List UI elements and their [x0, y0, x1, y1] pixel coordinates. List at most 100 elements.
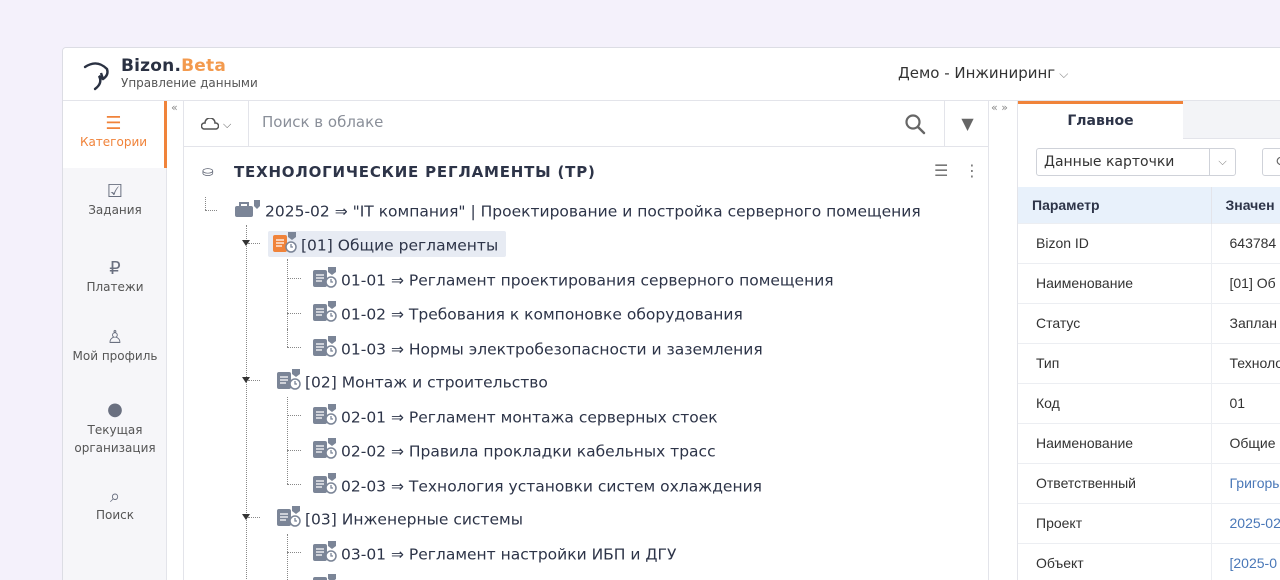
- table-row[interactable]: Наименование [01] Об: [1018, 262, 1280, 303]
- table-row[interactable]: Объект [2025-0: [1018, 542, 1280, 580]
- details-panel: Главное Данные карточки ⌵ ⟳ Параметр Зна…: [1017, 101, 1280, 580]
- object-link[interactable]: [2025-0: [1211, 542, 1280, 580]
- app-window: Bizon.Beta Управление данными Демо - Инж…: [62, 47, 1280, 580]
- menu-icon: ☰: [105, 113, 122, 134]
- tree-leaf-partial[interactable]: [312, 573, 341, 580]
- table-row[interactable]: Ответственный Григоры: [1018, 462, 1280, 503]
- tab-main[interactable]: Главное: [1018, 101, 1183, 139]
- document-icon: [312, 437, 338, 467]
- briefcase-icon: ⛀: [202, 164, 214, 180]
- sidebar-item-organization[interactable]: ● Текущая организация: [63, 399, 167, 457]
- cloud-icon: [200, 117, 219, 130]
- collapse-sidebar-icon[interactable]: «: [171, 101, 178, 114]
- tree-leaf[interactable]: 02-01 ⇒ Регламент монтажа серверных стое…: [312, 403, 718, 429]
- tree-leaf[interactable]: 03-01 ⇒ Регламент настройки ИБП и ДГУ: [312, 540, 676, 566]
- chevron-down-icon: ⌵: [1059, 67, 1069, 81]
- bizon-logo-icon[interactable]: [79, 57, 115, 93]
- filter-button[interactable]: ▼: [944, 101, 990, 147]
- project-icon: [234, 198, 262, 226]
- checkbox-icon: ☑: [106, 181, 124, 202]
- tree-line: [287, 329, 288, 347]
- cloud-scope-dropdown[interactable]: ⌵: [184, 101, 249, 147]
- tree-area: ⌵ ▼ ⛀ ТЕХНОЛОГИЧЕСКИЕ РЕГЛАМЕНТЫ (ТР) ☰ …: [183, 101, 989, 580]
- tree-line: [287, 552, 301, 553]
- tree-line: [287, 278, 301, 279]
- tree-line: [287, 534, 288, 580]
- sidebar-item-search[interactable]: ⌕ Поиск: [63, 486, 167, 522]
- tree-line: [248, 243, 260, 244]
- chevron-down-icon: ⌵: [223, 118, 232, 131]
- tree-leaf[interactable]: 02-03 ⇒ Технология установки систем охла…: [312, 472, 762, 498]
- sidebar-item-profile[interactable]: ♙ Мой профиль: [63, 327, 167, 363]
- expand-panels-icon[interactable]: « »: [991, 101, 1008, 114]
- more-vertical-icon[interactable]: ⋮: [964, 161, 980, 180]
- tree-line: [287, 484, 301, 485]
- brand-subtitle: Управление данными: [121, 76, 258, 90]
- search-input[interactable]: [262, 113, 882, 131]
- tree-line: [287, 450, 301, 451]
- table-row[interactable]: Код 01: [1018, 382, 1280, 423]
- tree-line: [287, 347, 301, 348]
- organization-selector[interactable]: Демо - Инжиниринг ⌵: [898, 64, 1068, 82]
- tree-group-03[interactable]: [03] Инженерные системы: [276, 505, 523, 531]
- responsible-link[interactable]: Григоры: [1211, 462, 1280, 503]
- list-menu-icon[interactable]: ☰: [934, 161, 948, 180]
- document-icon: [312, 540, 338, 570]
- tree-line: [248, 380, 260, 381]
- tree-line: [248, 517, 260, 518]
- document-icon: [312, 573, 338, 580]
- project-link[interactable]: 2025-02: [1211, 502, 1280, 543]
- document-icon: [312, 335, 338, 365]
- search-bar: ⌵ ▼: [183, 101, 989, 147]
- refresh-icon: ⟳: [1276, 154, 1280, 170]
- table-header-row: Параметр Значен: [1018, 187, 1280, 223]
- filter-icon: ▼: [961, 114, 974, 133]
- tree-root-node[interactable]: 2025-02 ⇒ "IT компания" | Проектирование…: [234, 198, 921, 224]
- table-row[interactable]: Тип Техноло: [1018, 342, 1280, 383]
- chevron-down-icon: ⌵: [1209, 149, 1235, 175]
- column-header-value[interactable]: Значен: [1211, 187, 1280, 223]
- document-group-icon: [276, 368, 302, 398]
- tree-leaf[interactable]: 01-03 ⇒ Нормы электробезопасности и зазе…: [312, 335, 763, 361]
- user-icon: ♙: [106, 327, 124, 348]
- brand-name: Bizon.Beta: [121, 56, 227, 76]
- tree-title: ТЕХНОЛОГИЧЕСКИЕ РЕГЛАМЕНТЫ (ТР): [234, 163, 596, 181]
- tree-line: [205, 210, 217, 211]
- table-row[interactable]: Проект 2025-02: [1018, 502, 1280, 543]
- tree-line: [205, 197, 206, 210]
- tree-line: [246, 225, 247, 580]
- ruble-icon: ₽: [109, 258, 121, 279]
- tree-leaf[interactable]: 01-01 ⇒ Регламент проектирования серверн…: [312, 266, 834, 292]
- document-icon: [312, 472, 338, 502]
- document-icon: [312, 300, 338, 330]
- sidebar-item-payments[interactable]: ₽ Платежи: [63, 258, 167, 294]
- document-group-icon: [272, 231, 298, 261]
- refresh-button[interactable]: ⟳: [1262, 148, 1280, 176]
- card-data-select[interactable]: Данные карточки ⌵: [1036, 148, 1236, 176]
- document-icon: [312, 403, 338, 433]
- tree-line: [287, 259, 288, 329]
- tab-strip: [1183, 101, 1280, 139]
- tree-leaf[interactable]: 01-02 ⇒ Требования к компоновке оборудов…: [312, 300, 743, 326]
- parameters-table: Параметр Значен Bizon ID 643784 Наименова…: [1018, 187, 1280, 580]
- search-icon: ⌕: [109, 486, 121, 507]
- table-row[interactable]: Статус Заплан: [1018, 302, 1280, 343]
- pin-icon: ●: [107, 399, 123, 420]
- document-group-icon: [276, 505, 302, 535]
- column-header-parameter[interactable]: Параметр: [1018, 187, 1212, 223]
- app-header: Bizon.Beta Управление данными Демо - Инж…: [63, 48, 1280, 101]
- tree-line: [287, 313, 301, 314]
- tree-line: [287, 415, 301, 416]
- sidebar-item-tasks[interactable]: ☑ Задания: [63, 181, 167, 217]
- tree-group-01[interactable]: [01] Общие регламенты: [268, 231, 507, 257]
- table-row[interactable]: Bizon ID 643784: [1018, 222, 1280, 263]
- tree-leaf[interactable]: 02-02 ⇒ Правила прокладки кабельных трас…: [312, 437, 716, 463]
- tree-panel: ⛀ ТЕХНОЛОГИЧЕСКИЕ РЕГЛАМЕНТЫ (ТР) ☰ ⋮ 20…: [183, 147, 989, 580]
- search-icon[interactable]: [904, 113, 926, 135]
- sidebar: ☰ Категории ☑ Задания ₽ Платежи ♙ Мой пр…: [63, 101, 167, 580]
- document-icon: [312, 266, 338, 296]
- table-row[interactable]: Наименование Общие: [1018, 422, 1280, 463]
- sidebar-item-categories[interactable]: ☰ Категории: [63, 101, 167, 168]
- tree-group-02[interactable]: [02] Монтаж и строительство: [276, 368, 548, 394]
- tree-line: [287, 397, 288, 484]
